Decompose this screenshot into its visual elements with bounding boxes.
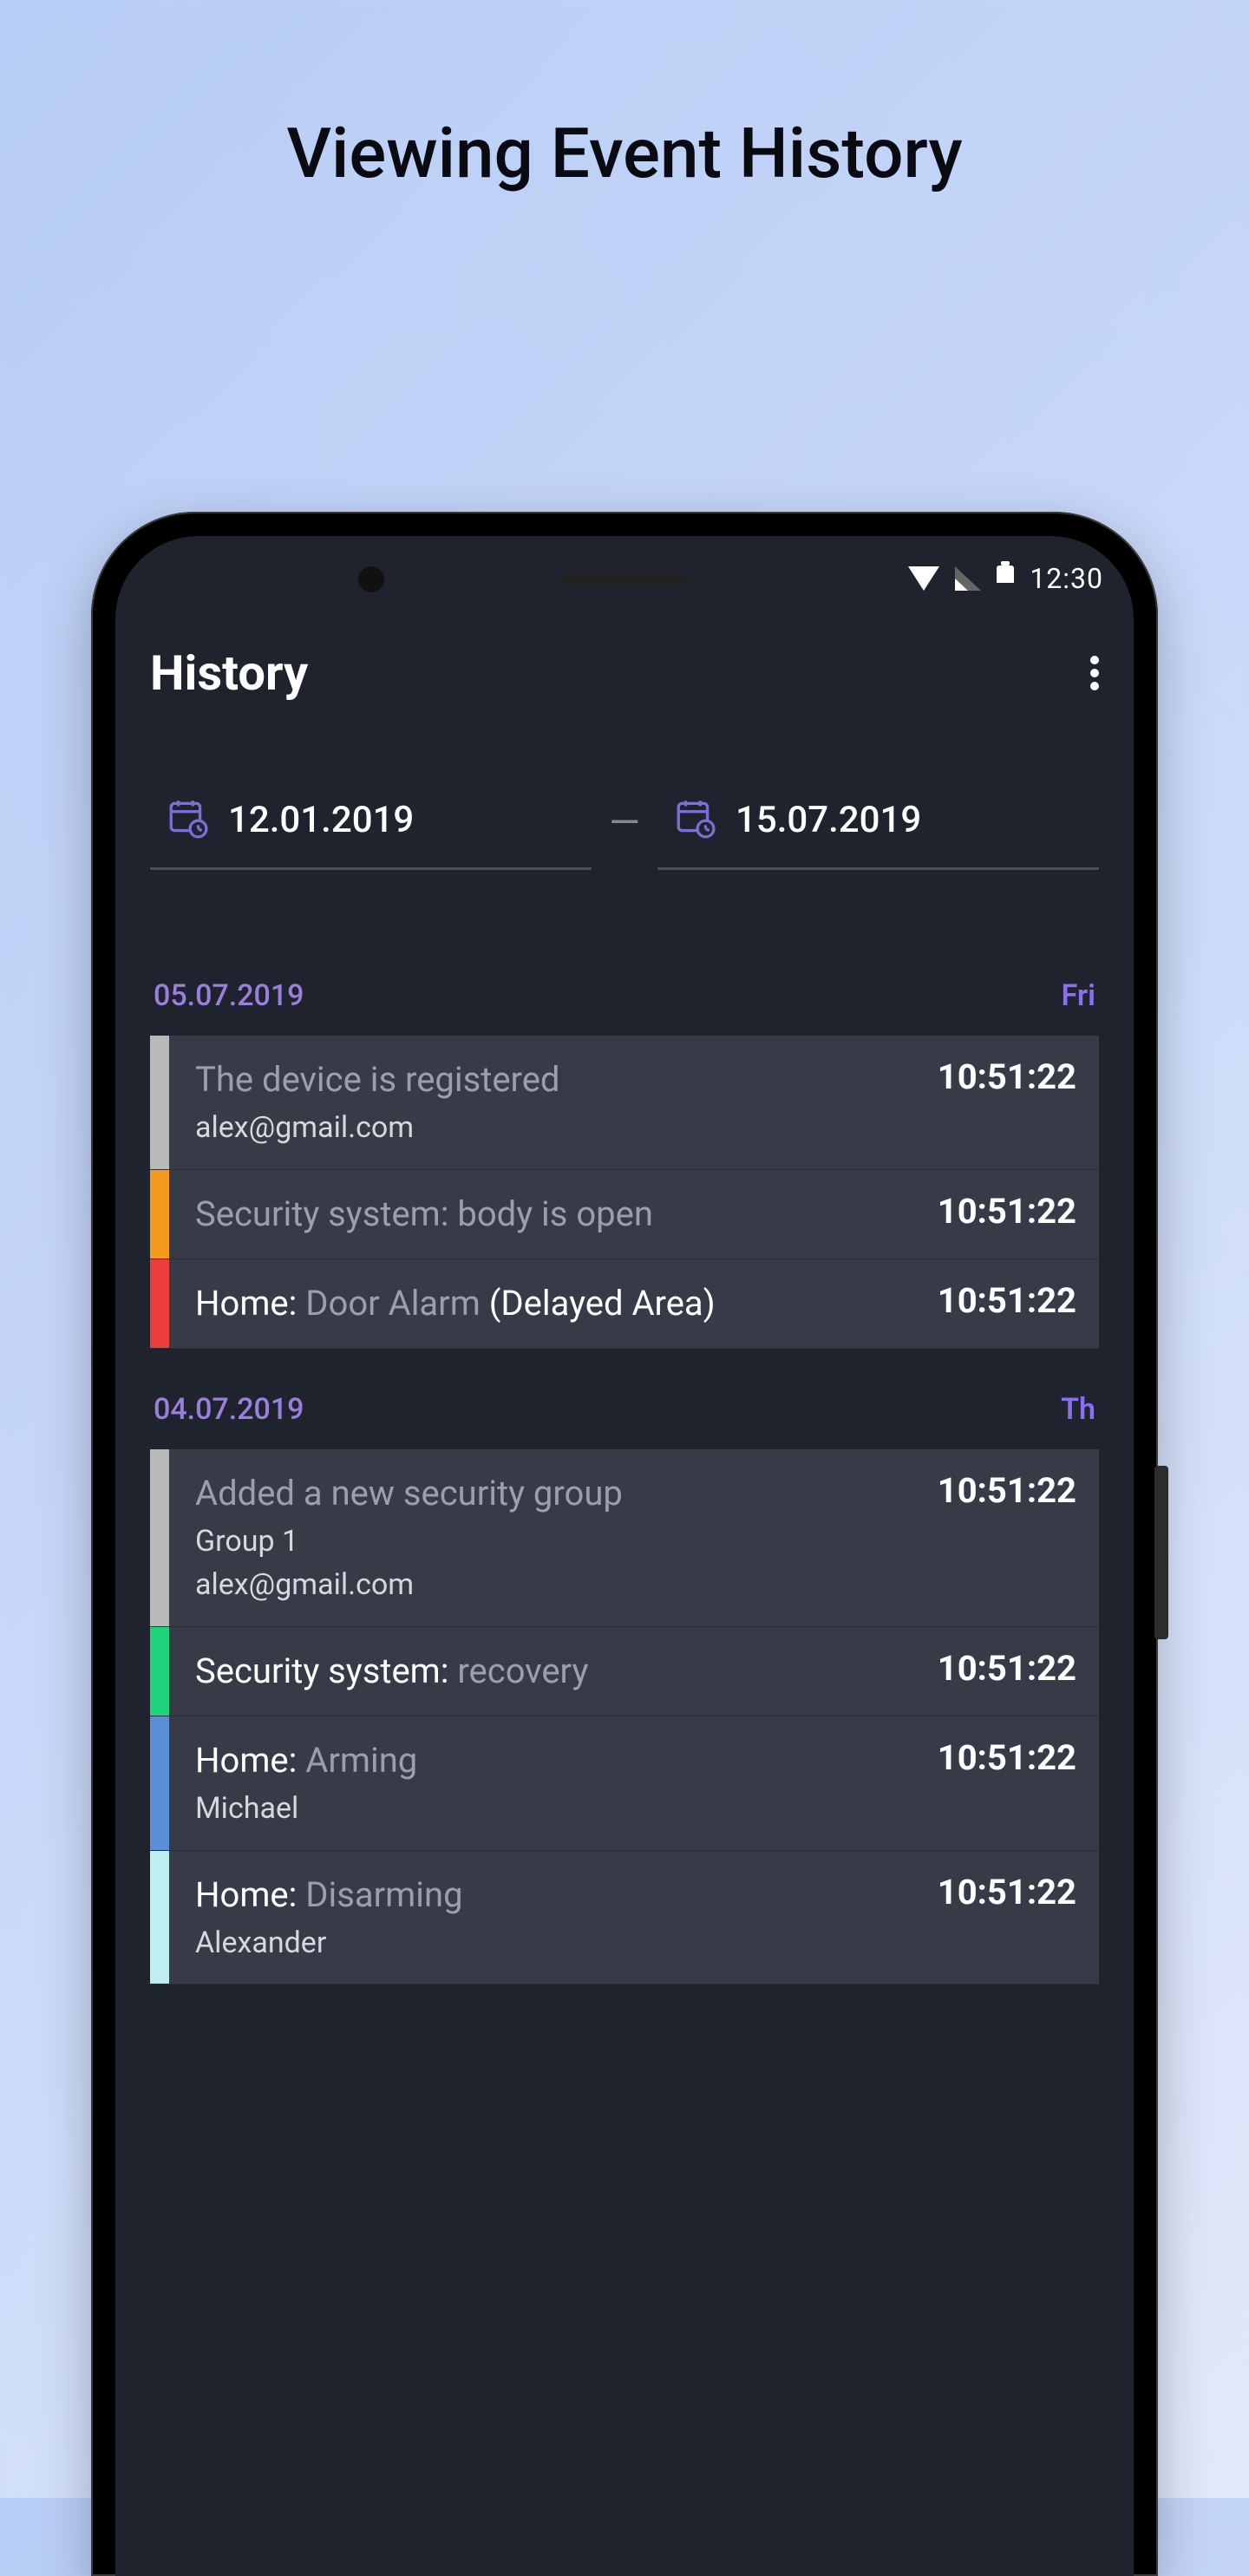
event-subtext: Alexander [195,1924,463,1964]
app-header: History [115,644,1134,702]
event-subtext: Group 1 [195,1522,623,1562]
date-to-field[interactable]: 15.07.2019 [657,796,1099,870]
event-row[interactable]: Added a new security groupGroup 1alex@gm… [150,1449,1099,1627]
status-bar: 12:30 [908,562,1103,595]
calendar-clock-icon [673,796,716,843]
event-time: 10:51:22 [938,1872,1076,1912]
date-from-field[interactable]: 12.01.2019 [150,796,592,870]
event-row[interactable]: Home: DisarmingAlexander 10:51:22 [150,1851,1099,1985]
event-body: Security system: body is open 10:51:22 [169,1170,1099,1259]
phone-screen: 12:30 History [115,536,1134,2576]
event-body: Home: DisarmingAlexander 10:51:22 [169,1851,1099,1984]
event-text: Added a new security groupGroup 1alex@gm… [195,1470,623,1605]
dots-icon [1090,656,1099,664]
event-time: 10:51:22 [938,1648,1076,1689]
date-to-value: 15.07.2019 [736,799,921,841]
date-from-value: 12.01.2019 [228,799,414,841]
event-time: 10:51:22 [938,1280,1076,1321]
group-date: 04.07.2019 [154,1392,304,1427]
event-time: 10:51:22 [938,1191,1076,1232]
battery-icon [997,566,1014,592]
event-color-bar [150,1449,169,1626]
event-text: Home: DisarmingAlexander [195,1872,463,1964]
earpiece [559,573,690,585]
event-row[interactable]: Security system: recovery 10:51:22 [150,1627,1099,1716]
event-text: Home: Door Alarm (Delayed Area) [195,1280,716,1327]
page-title: History [150,644,308,702]
event-color-bar [150,1851,169,1984]
event-text: Security system: body is open [195,1191,653,1238]
event-color-bar [150,1716,169,1850]
event-body: Added a new security groupGroup 1alex@gm… [169,1449,1099,1626]
group-dow: Th [1061,1392,1095,1427]
event-color-bar [150,1259,169,1348]
group-dow: Fri [1062,978,1095,1013]
marketing-title: Viewing Event History [0,0,1249,194]
event-body: Home: Door Alarm (Delayed Area) 10:51:22 [169,1259,1099,1348]
event-color-bar [150,1036,169,1169]
event-time: 10:51:22 [938,1737,1076,1778]
event-text: The device is registeredalex@gmail.com [195,1056,560,1148]
more-menu-button[interactable] [1090,656,1099,690]
event-subtext: Michael [195,1789,417,1829]
phone-frame: 12:30 History [91,512,1158,2576]
date-header: 05.07.2019 Fri [150,978,1099,1013]
date-range-filter: 12.01.2019 — 15.07.2019 [150,796,1099,870]
event-subtext: alex@gmail.com [195,1566,623,1605]
date-range-separator: — [609,800,640,867]
event-list[interactable]: 05.07.2019 Fri The device is registeredale… [150,935,1099,2576]
event-row[interactable]: Home: Door Alarm (Delayed Area) 10:51:22 [150,1259,1099,1349]
event-row[interactable]: Security system: body is open 10:51:22 [150,1170,1099,1259]
event-color-bar [150,1170,169,1259]
dots-icon [1090,669,1099,677]
status-clock: 12:30 [1030,562,1103,595]
event-subtext: alex@gmail.com [195,1108,560,1148]
wifi-icon [908,566,939,591]
event-color-bar [150,1627,169,1716]
event-row[interactable]: The device is registeredalex@gmail.com 10… [150,1036,1099,1170]
power-button [1154,1466,1168,1639]
camera-dot [358,566,384,592]
event-time: 10:51:22 [938,1470,1076,1511]
dots-icon [1090,682,1099,690]
event-body: The device is registeredalex@gmail.com 10… [169,1036,1099,1169]
event-row[interactable]: Home: ArmingMichael 10:51:22 [150,1716,1099,1851]
event-text: Home: ArmingMichael [195,1737,417,1829]
event-text: Security system: recovery [195,1648,588,1695]
event-body: Home: ArmingMichael 10:51:22 [169,1716,1099,1850]
cell-signal-icon [955,566,981,591]
calendar-clock-icon [166,796,209,843]
group-date: 05.07.2019 [154,978,304,1013]
event-body: Security system: recovery 10:51:22 [169,1627,1099,1716]
event-time: 10:51:22 [938,1056,1076,1097]
date-header: 04.07.2019 Th [150,1392,1099,1427]
